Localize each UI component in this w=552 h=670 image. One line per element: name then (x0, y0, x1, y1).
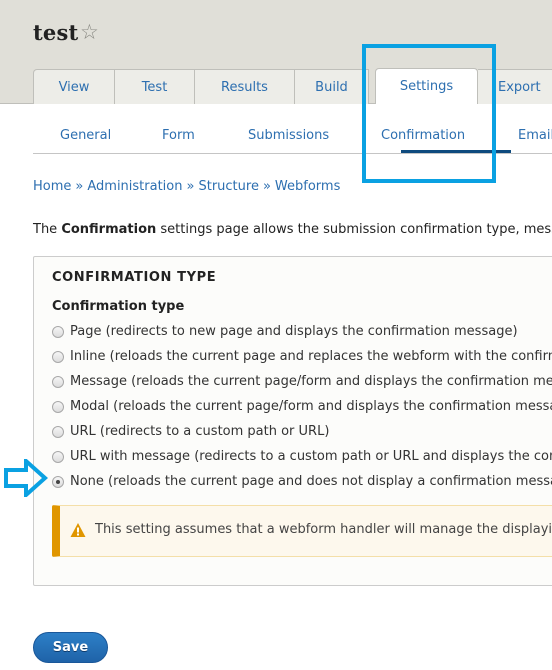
annotation-arrow-icon (4, 459, 48, 497)
intro-suffix: settings page allows the submission conf… (156, 222, 552, 237)
radio-button[interactable] (52, 400, 64, 413)
confirmation-type-radios: Page (redirects to new page and displays… (52, 319, 552, 494)
radio-option-url[interactable]: URL (redirects to a custom path or URL) (52, 419, 552, 444)
warning-message: This setting assumes that a webform hand… (52, 505, 552, 557)
subtab-form[interactable]: Form (162, 128, 195, 143)
tab-test[interactable]: Test (115, 69, 195, 104)
tab-results[interactable]: Results (195, 69, 295, 104)
warning-triangle-icon (70, 523, 86, 537)
radio-option-url-with-message[interactable]: URL with message (redirects to a custom … (52, 444, 552, 469)
radio-label[interactable]: URL with message (redirects to a custom … (70, 449, 552, 464)
radio-label[interactable]: Inline (reloads the current page and rep… (70, 349, 552, 364)
warning-text: This setting assumes that a webform hand… (95, 522, 552, 537)
breadcrumb-separator: » (75, 179, 84, 194)
radio-label[interactable]: URL (redirects to a custom path or URL) (70, 424, 329, 439)
radio-button[interactable] (52, 375, 64, 388)
breadcrumb-administration[interactable]: Administration (87, 179, 182, 194)
fieldset-legend: CONFIRMATION TYPE (52, 270, 217, 285)
radio-option-inline[interactable]: Inline (reloads the current page and rep… (52, 344, 552, 369)
breadcrumb-webforms[interactable]: Webforms (275, 179, 340, 194)
radio-option-modal[interactable]: Modal (reloads the current page/form and… (52, 394, 552, 419)
radio-label[interactable]: Modal (reloads the current page/form and… (70, 399, 552, 414)
star-icon[interactable]: ☆ (80, 20, 99, 44)
tab-build[interactable]: Build (295, 69, 369, 104)
radio-label[interactable]: None (reloads the current page and does … (70, 474, 552, 489)
intro-bold: Confirmation (61, 222, 157, 237)
intro-text: The Confirmation settings page allows th… (33, 222, 552, 237)
breadcrumb-structure[interactable]: Structure (198, 179, 258, 194)
radio-label[interactable]: Page (redirects to new page and displays… (70, 324, 518, 339)
breadcrumb-separator: » (262, 179, 271, 194)
radio-button[interactable] (52, 425, 64, 438)
save-button[interactable]: Save (33, 632, 108, 663)
subtab-email[interactable]: Email (518, 128, 552, 143)
breadcrumb-home[interactable]: Home (33, 179, 71, 194)
page-title: test (33, 20, 79, 45)
subtab-general[interactable]: General (60, 128, 111, 143)
radio-option-none[interactable]: None (reloads the current page and does … (52, 469, 552, 494)
radio-label[interactable]: Message (reloads the current page/form a… (70, 374, 552, 389)
confirmation-type-label: Confirmation type (52, 299, 185, 314)
breadcrumb-separator: » (186, 179, 195, 194)
intro-prefix: The (33, 222, 62, 237)
subtab-submissions[interactable]: Submissions (248, 128, 329, 143)
annotation-highlight-box (362, 44, 496, 183)
radio-option-message[interactable]: Message (reloads the current page/form a… (52, 369, 552, 394)
radio-option-page[interactable]: Page (redirects to new page and displays… (52, 319, 552, 344)
radio-button-checked[interactable] (52, 475, 64, 488)
radio-button[interactable] (52, 325, 64, 338)
radio-button[interactable] (52, 350, 64, 363)
breadcrumb: Home» Administration» Structure» Webforms (33, 179, 340, 194)
tab-view[interactable]: View (33, 69, 115, 104)
radio-button[interactable] (52, 450, 64, 463)
confirmation-type-fieldset: CONFIRMATION TYPE Confirmation type Page… (33, 256, 552, 586)
